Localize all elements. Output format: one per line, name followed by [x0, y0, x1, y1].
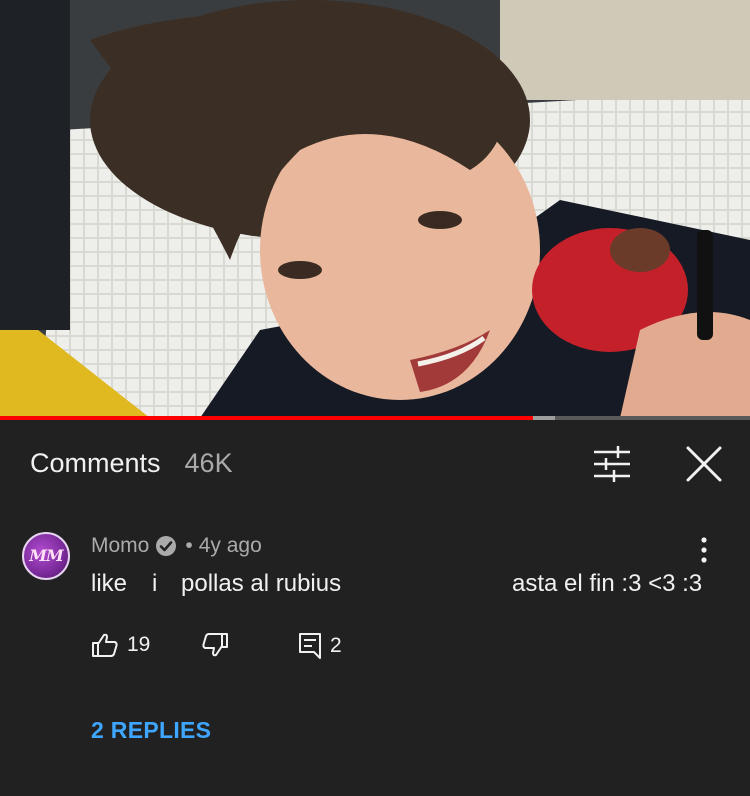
reply-count: 2: [330, 634, 342, 657]
like-count: 19: [127, 633, 151, 656]
dislike-button[interactable]: [201, 632, 229, 658]
reply-button[interactable]: 2: [298, 632, 342, 660]
verified-check-icon: [156, 536, 177, 556]
comments-header: Comments 46K: [30, 448, 233, 479]
comments-count: 46K: [184, 448, 233, 478]
comment-time: 4y ago: [198, 534, 262, 557]
comment-text-part: like: [91, 570, 128, 597]
thumbs-up-icon: [92, 633, 118, 657]
view-replies-button[interactable]: 2 REPLIES: [91, 717, 211, 744]
video-player[interactable]: [0, 0, 750, 418]
comment-meta: Momo • 4y ago: [91, 534, 262, 558]
comment-actions: 19 2: [91, 632, 391, 664]
like-button[interactable]: 19: [91, 632, 150, 658]
comment-text-part: i: [152, 570, 158, 597]
more-vertical-icon[interactable]: [694, 536, 714, 564]
comment-text-part: asta el fin :3 <3 :3: [512, 570, 703, 597]
thumbs-down-icon: [202, 633, 228, 657]
avatar-text: MM: [29, 546, 63, 565]
avatar[interactable]: MM: [22, 532, 70, 580]
sort-sliders-icon[interactable]: [592, 446, 632, 482]
meta-separator: •: [185, 534, 193, 557]
reply-comment-icon: [299, 633, 321, 659]
comment-text-part: pollas al rubius: [181, 570, 342, 597]
comments-title: Comments: [30, 448, 161, 478]
comments-panel: Comments 46K MM Momo • 4y ago like i pol…: [0, 420, 750, 796]
video-frame-image: [0, 0, 750, 418]
close-icon[interactable]: [684, 444, 724, 484]
comment-author[interactable]: Momo: [91, 534, 149, 558]
